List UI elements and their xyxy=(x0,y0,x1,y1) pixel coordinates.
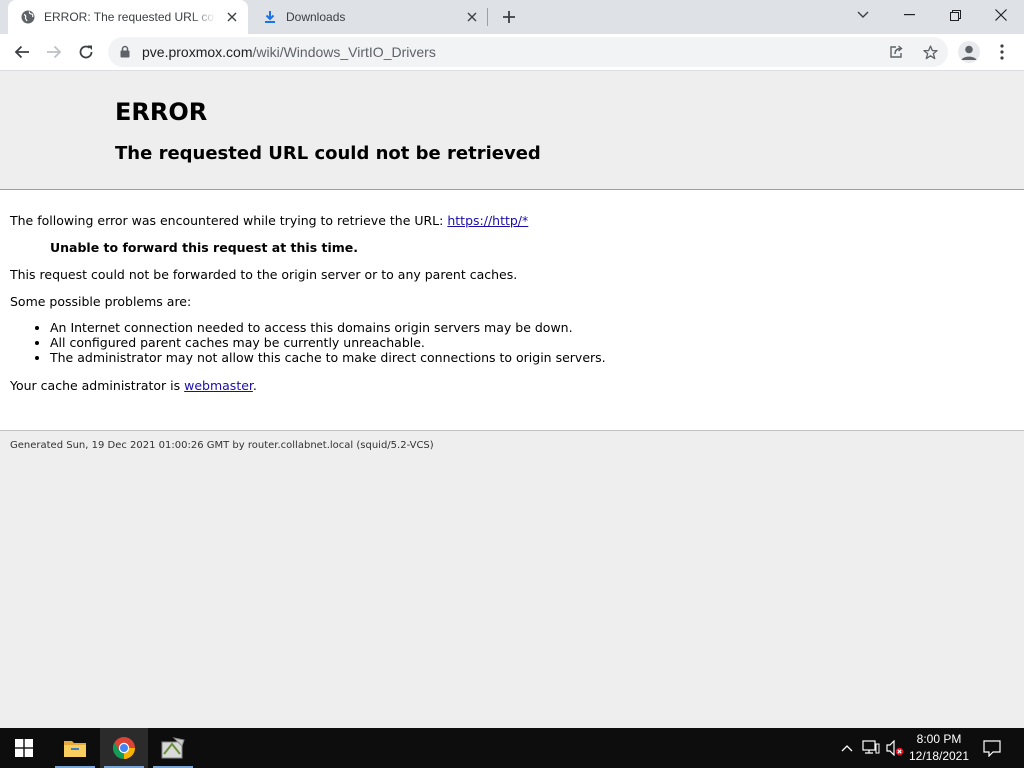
tab-downloads[interactable]: Downloads xyxy=(250,0,488,34)
restore-icon xyxy=(949,9,961,21)
browser-titlebar: ERROR: The requested URL could not be re… xyxy=(0,0,1024,34)
folder-icon xyxy=(64,741,86,757)
clock-date: 12/18/2021 xyxy=(908,749,970,763)
volume-muted-icon xyxy=(886,740,904,756)
browser-toolbar: pve.proxmox.com/wiki/Windows_VirtIO_Driv… xyxy=(0,34,1024,71)
close-icon xyxy=(995,9,1007,21)
page-title: ERROR xyxy=(115,98,208,126)
problems-intro: Some possible problems are: xyxy=(10,294,192,309)
tab-search-button[interactable] xyxy=(840,0,886,30)
minimize-button[interactable] xyxy=(886,0,932,30)
url-path: /wiki/Windows_VirtIO_Drivers xyxy=(252,44,436,60)
reload-button[interactable] xyxy=(72,38,100,66)
minimize-icon xyxy=(903,14,915,16)
admin-suffix: . xyxy=(252,378,257,393)
lock-icon[interactable] xyxy=(120,45,130,63)
intro-text: The following error was encountered whil… xyxy=(10,213,448,228)
network-tray-button[interactable] xyxy=(860,728,882,768)
volume-tray-button[interactable] xyxy=(884,728,906,768)
windows-logo-icon xyxy=(15,739,33,757)
share-icon[interactable] xyxy=(886,42,906,62)
forward-button[interactable] xyxy=(40,38,68,66)
start-button[interactable] xyxy=(0,728,48,768)
error-body: The following error was encountered whil… xyxy=(0,190,1024,431)
download-icon xyxy=(262,9,278,25)
chevron-up-icon xyxy=(841,745,853,752)
url-text[interactable]: pve.proxmox.com/wiki/Windows_VirtIO_Driv… xyxy=(142,44,436,60)
app-taskbar-button[interactable] xyxy=(149,728,197,768)
network-icon xyxy=(862,740,880,754)
admin-paragraph: Your cache administrator is webmaster. xyxy=(10,378,257,393)
list-item: All configured parent caches may be curr… xyxy=(50,335,606,350)
error-message: Unable to forward this request at this t… xyxy=(50,240,359,255)
tab-title: Downloads xyxy=(286,10,346,24)
bookmark-star-icon[interactable] xyxy=(920,42,940,62)
arrow-right-icon xyxy=(47,45,62,59)
error-header: ERROR The requested URL could not be ret… xyxy=(0,71,1024,190)
problems-list: An Internet connection needed to access … xyxy=(10,320,606,365)
intro-paragraph: The following error was encountered whil… xyxy=(10,213,528,228)
application-icon xyxy=(161,737,185,759)
arrow-left-icon xyxy=(14,45,29,59)
notification-icon xyxy=(983,739,1001,757)
generated-footer: Generated Sun, 19 Dec 2021 01:00:26 GMT … xyxy=(10,440,434,451)
action-center-button[interactable] xyxy=(980,728,1004,768)
chrome-taskbar-button[interactable] xyxy=(100,728,148,768)
profile-avatar[interactable] xyxy=(958,41,980,63)
new-tab-button[interactable] xyxy=(498,6,520,28)
clock-time: 8:00 PM xyxy=(916,732,962,746)
show-hidden-icons-button[interactable] xyxy=(838,728,856,768)
chrome-icon xyxy=(113,737,135,759)
tab-error-page[interactable]: ERROR: The requested URL could not be re… xyxy=(8,0,248,34)
tab-title: ERROR: The requested URL could not be re… xyxy=(44,10,216,24)
page-content: ERROR The requested URL could not be ret… xyxy=(0,71,1024,728)
system-clock[interactable]: 8:00 PM 12/18/2021 xyxy=(904,731,974,765)
restore-button[interactable] xyxy=(932,0,978,30)
more-vertical-icon xyxy=(1000,44,1004,60)
person-icon xyxy=(961,45,977,60)
chevron-down-icon xyxy=(857,11,869,18)
detail-paragraph: This request could not be forwarded to t… xyxy=(10,267,518,282)
list-item: An Internet connection needed to access … xyxy=(50,320,606,335)
file-explorer-taskbar-button[interactable] xyxy=(51,728,99,768)
back-button[interactable] xyxy=(8,38,36,66)
globe-icon xyxy=(20,9,36,25)
page-subtitle: The requested URL could not be retrieved xyxy=(115,143,541,164)
browser-menu-button[interactable] xyxy=(994,41,1010,63)
list-item: The administrator may not allow this cac… xyxy=(50,350,606,365)
tab-close-icon[interactable] xyxy=(224,9,240,25)
tab-close-icon[interactable] xyxy=(464,9,480,25)
webmaster-link[interactable]: webmaster xyxy=(184,378,253,393)
tab-separator xyxy=(487,8,488,26)
url-host: pve.proxmox.com xyxy=(142,44,253,60)
requested-url-link[interactable]: https://http/* xyxy=(447,213,528,228)
close-window-button[interactable] xyxy=(978,0,1024,30)
windows-taskbar: 8:00 PM 12/18/2021 xyxy=(0,728,1024,768)
admin-text: Your cache administrator is xyxy=(10,378,185,393)
address-bar[interactable]: pve.proxmox.com/wiki/Windows_VirtIO_Driv… xyxy=(108,37,948,67)
reload-icon xyxy=(79,45,93,59)
plus-icon xyxy=(503,11,515,23)
